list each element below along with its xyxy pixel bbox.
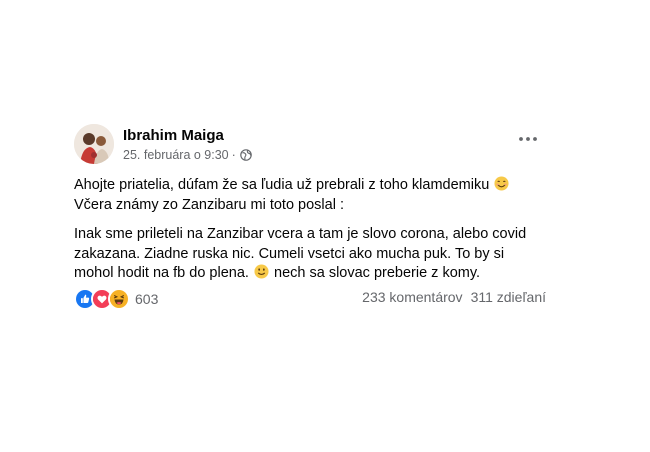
post-body: Ahojte priatelia, dúfam že sa ľudia už p… xyxy=(74,176,544,284)
post-paragraph-2-tail: nech sa slovac preberie z komy. xyxy=(274,265,481,281)
smiling-face-icon xyxy=(494,176,509,191)
meta-separator: · xyxy=(231,148,236,162)
author-avatar[interactable] xyxy=(74,124,114,164)
post-paragraph-2: Inak sme prileteli na Zanzibar vcera a t… xyxy=(74,225,544,284)
comments-count[interactable]: 233 komentárov xyxy=(362,289,462,305)
post-paragraph-1: Ahojte priatelia, dúfam že sa ľudia už p… xyxy=(74,176,544,215)
slightly-smiling-face-icon xyxy=(254,264,269,279)
haha-icon xyxy=(108,288,130,310)
globe-icon[interactable] xyxy=(240,149,252,161)
author-name[interactable]: Ibrahim Maiga xyxy=(123,127,224,144)
shares-count[interactable]: 311 zdieľaní xyxy=(471,289,546,305)
more-options-icon[interactable] xyxy=(516,132,540,146)
post-paragraph-1-line-1: Ahojte priatelia, dúfam že sa ľudia už p… xyxy=(74,177,490,193)
reaction-count: 603 xyxy=(135,291,159,307)
post-timestamp[interactable]: 25. februára o 9:30 xyxy=(123,148,229,162)
post-stats: 603 233 komentárov 311 zdieľaní xyxy=(74,288,546,310)
post-paragraph-1-line-2: Včera známy zo Zanzibaru mi toto poslal … xyxy=(74,196,344,213)
post-header: Ibrahim Maiga 25. februára o 9:30 · xyxy=(62,112,560,168)
reactions-summary[interactable]: 603 xyxy=(74,288,158,310)
facebook-post: Ibrahim Maiga 25. februára o 9:30 · Ahoj… xyxy=(62,112,560,310)
engagement-counts: 233 komentárov 311 zdieľaní xyxy=(362,289,546,305)
post-meta: 25. februára o 9:30 · xyxy=(123,148,252,162)
